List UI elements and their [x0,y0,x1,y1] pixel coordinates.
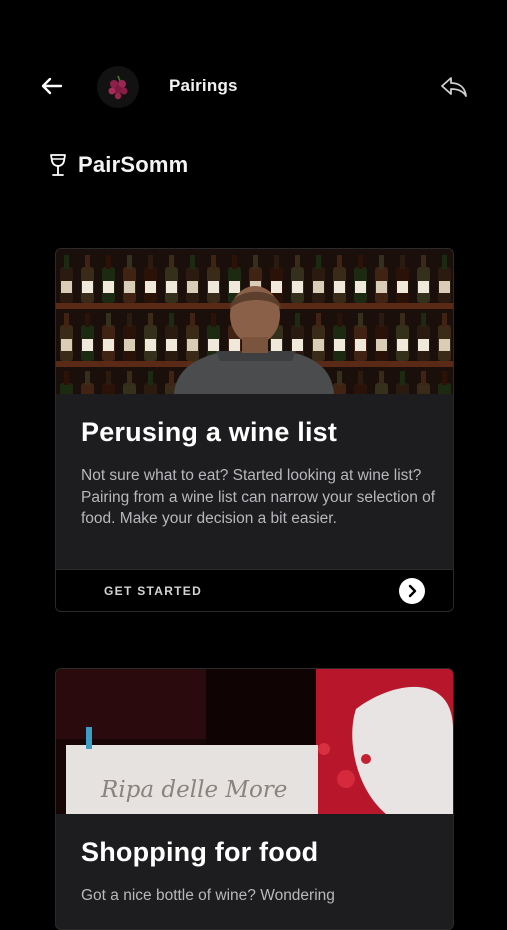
chevron-right-icon [399,578,425,604]
screen-title: Pairings [169,76,238,95]
card-description: Not sure what to eat? Started looking at… [81,467,436,527]
brand-name: PairSomm [78,152,189,177]
top-app-bar: Pairings [0,0,507,170]
card-image: Ripa delle More [56,669,453,814]
get-started-button[interactable]: GET STARTED [56,569,453,611]
card-shopping-food[interactable]: Ripa delle More Shopping for food Got a … [55,668,454,930]
card-title: Shopping for food [81,837,319,867]
card-wine-list[interactable]: Perusing a wine list Not sure what to ea… [55,248,454,612]
card-title: Perusing a wine list [81,417,338,447]
back-button[interactable] [36,72,66,100]
arrow-left-icon [41,77,63,95]
wine-glass-icon [47,153,69,177]
app-avatar[interactable] [97,66,139,108]
card-image [56,249,453,394]
share-icon [441,77,467,97]
brand-header: PairSomm [47,150,188,180]
grapes-icon [108,75,128,100]
get-started-label: GET STARTED [104,584,203,598]
bottle-label-text: Ripa delle More [100,777,287,803]
share-button[interactable] [437,72,471,102]
card-description: Got a nice bottle of wine? Wondering [81,887,335,904]
